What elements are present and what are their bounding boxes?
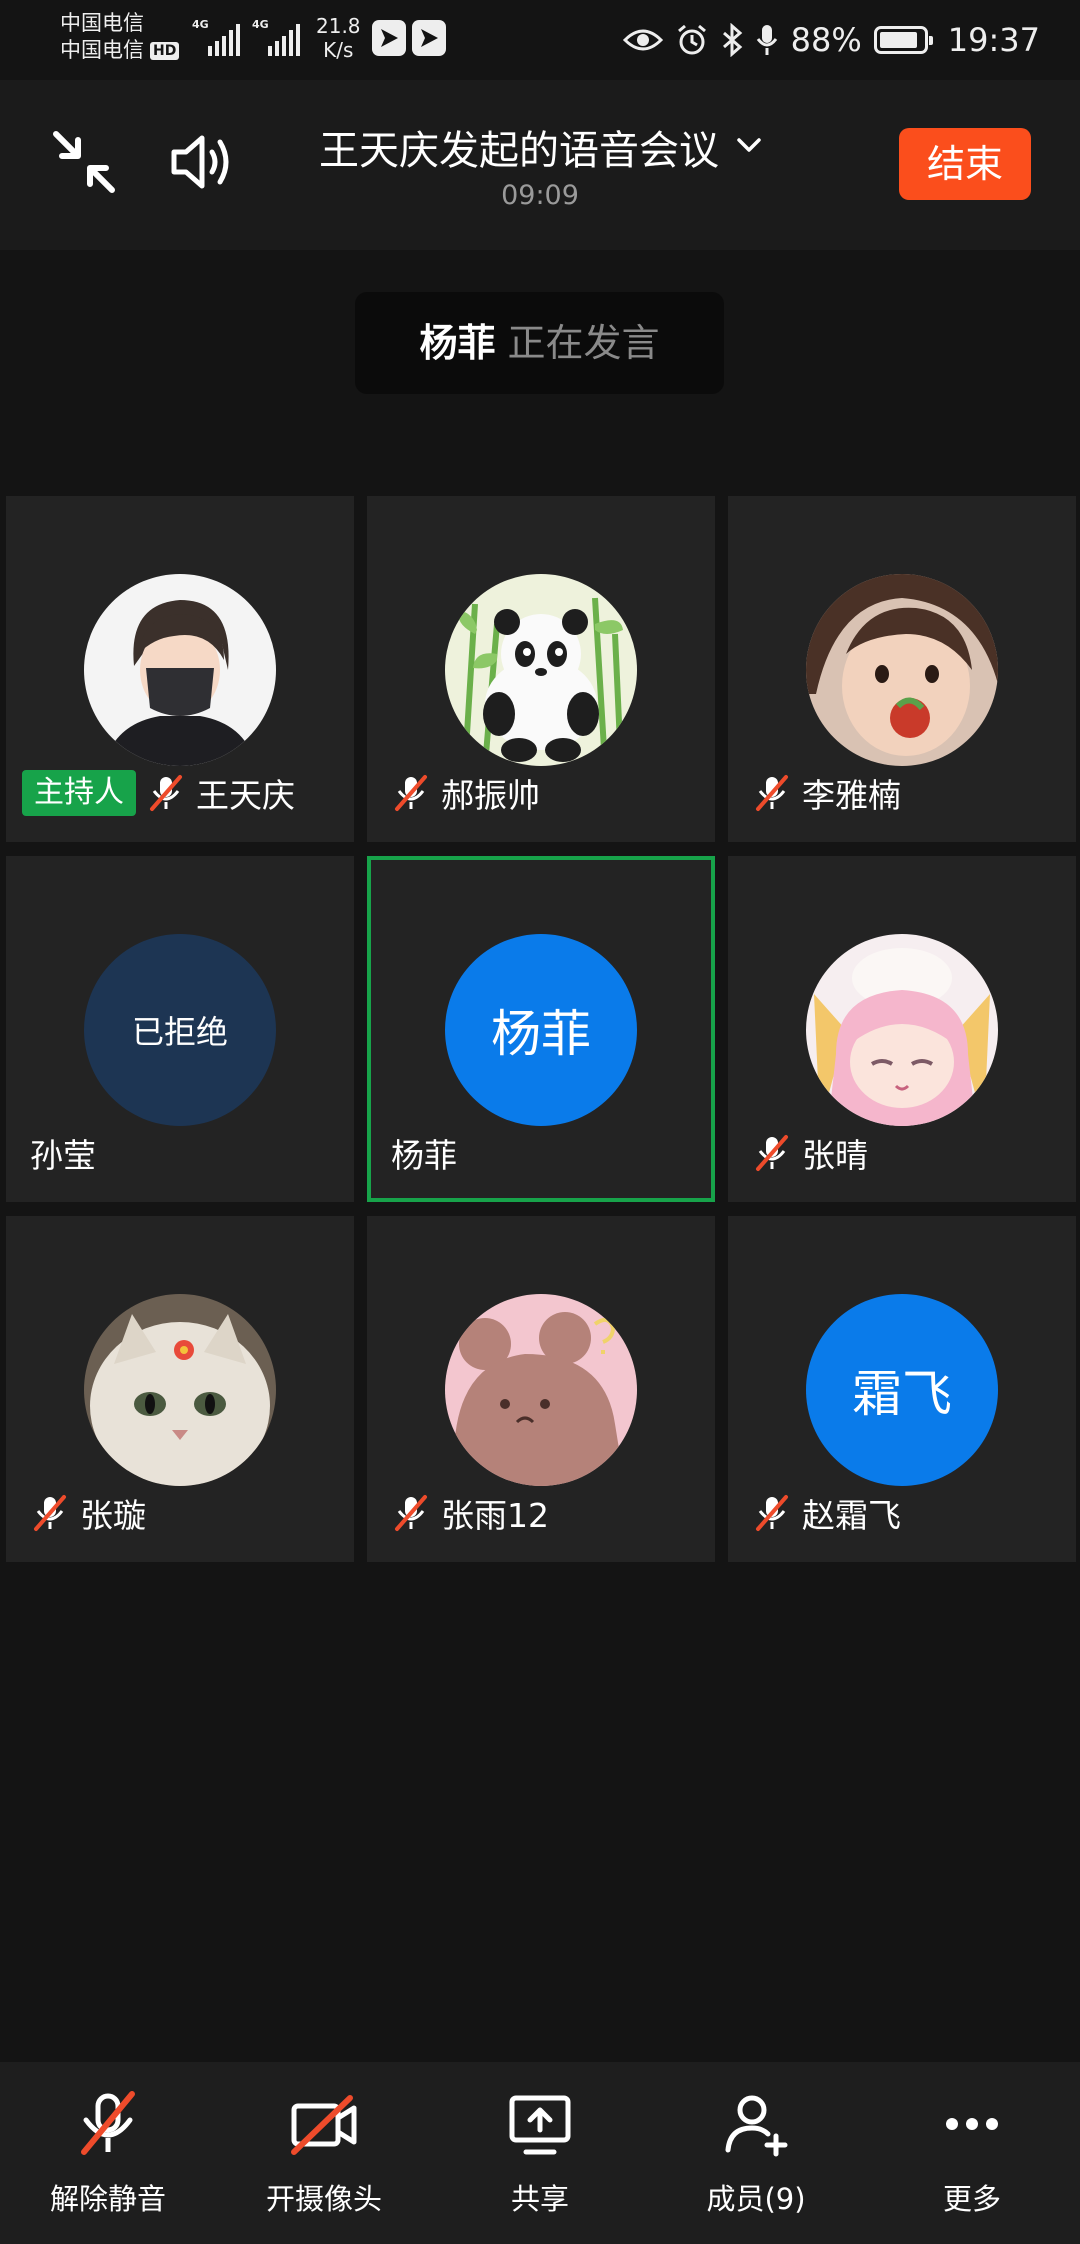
share-label: 共享 xyxy=(510,2182,569,2216)
battery-icon xyxy=(873,26,933,54)
participant-name: 张晴 xyxy=(802,1136,868,1175)
avatar-initials: 杨菲 xyxy=(445,934,637,1126)
participant-label: 张璇 xyxy=(30,1488,146,1538)
camera-label: 开摄像头 xyxy=(265,2182,382,2216)
end-meeting-button[interactable]: 结束 xyxy=(899,128,1031,200)
participant-label: 张雨12 xyxy=(391,1488,549,1538)
microphone-muted-icon xyxy=(81,2091,135,2155)
speaking-status: 正在发言 xyxy=(507,321,660,365)
status-icons: 88% 19:37 xyxy=(622,16,1040,64)
bottom-toolbar: 解除静音 开摄像头 共享 成员(9) 更多 xyxy=(0,2062,1080,2244)
participant-name: 杨菲 xyxy=(391,1136,457,1175)
participant-tile[interactable]: 张雨12 xyxy=(367,1216,715,1562)
unmute-button[interactable]: 解除静音 xyxy=(0,2062,216,2244)
unmute-label: 解除静音 xyxy=(49,2182,166,2216)
meeting-header: 王天庆发起的语音会议 09:09 结束 xyxy=(0,80,1080,250)
participant-tile[interactable]: 李雅楠 xyxy=(728,496,1076,842)
meeting-title-text: 王天庆发起的语音会议 xyxy=(319,128,719,174)
carrier-info: 中国电信 中国电信 HD xyxy=(60,10,180,64)
participant-name: 王天庆 xyxy=(196,776,295,815)
avatar xyxy=(84,574,276,766)
members-button[interactable]: 成员(9) xyxy=(648,2062,864,2244)
bluetooth-icon xyxy=(722,23,742,57)
avatar xyxy=(806,934,998,1126)
microphone-muted-icon xyxy=(756,775,788,811)
app-notification-icon-2 xyxy=(412,20,446,56)
avatar xyxy=(445,574,637,766)
more-label: 更多 xyxy=(942,2182,1001,2216)
host-badge: 主持人 xyxy=(22,770,136,816)
speaking-indicator: 杨菲 正在发言 xyxy=(355,292,724,394)
signal-icon-1: 4G xyxy=(192,18,242,56)
alarm-icon xyxy=(677,24,706,55)
members-label: 成员(9) xyxy=(706,2182,806,2216)
microphone-muted-icon xyxy=(395,775,427,811)
avatar-initials-text: 霜飞 xyxy=(852,1365,952,1423)
avatar xyxy=(84,1294,276,1486)
microphone-muted-icon xyxy=(756,1495,788,1531)
status-bar: 中国电信 中国电信 HD 4G 4G 21.8 K/s 88% 19:37 xyxy=(0,0,1080,80)
camera-button[interactable]: 开摄像头 xyxy=(216,2062,432,2244)
microphone-muted-icon xyxy=(150,775,182,811)
participant-label: 孙莹 xyxy=(30,1128,96,1178)
chevron-down-icon xyxy=(737,138,761,152)
speaker-name: 杨菲 xyxy=(419,321,496,365)
avatar-initials-text: 杨菲 xyxy=(491,1005,591,1063)
participant-label: 杨菲 xyxy=(391,1128,457,1178)
network-type-2: 4G xyxy=(252,18,269,31)
participant-label: 主持人 王天庆 xyxy=(22,768,295,818)
microphone-muted-icon xyxy=(756,1135,788,1171)
microphone-icon xyxy=(756,25,777,55)
declined-status: 已拒绝 xyxy=(131,1013,228,1051)
participant-tile[interactable]: 已拒绝 孙莹 xyxy=(6,856,354,1202)
battery-percent: 88% xyxy=(790,21,862,59)
participant-label: 郝振帅 xyxy=(391,768,540,818)
avatar xyxy=(806,574,998,766)
app-notification-icon xyxy=(372,20,406,56)
network-type-1: 4G xyxy=(192,18,209,31)
participant-name: 张璇 xyxy=(80,1496,146,1535)
share-screen-icon xyxy=(509,2095,571,2155)
more-button[interactable]: 更多 xyxy=(864,2062,1080,2244)
carrier-2: 中国电信 xyxy=(60,38,144,62)
participant-label: 张晴 xyxy=(752,1128,868,1178)
participant-label: 李雅楠 xyxy=(752,768,901,818)
carrier-1: 中国电信 xyxy=(60,11,144,35)
camera-off-icon xyxy=(291,2095,357,2155)
participant-name: 赵霜飞 xyxy=(802,1496,901,1535)
participant-name: 孙莹 xyxy=(30,1136,96,1175)
participant-tile[interactable]: 郝振帅 xyxy=(367,496,715,842)
participant-name: 李雅楠 xyxy=(802,776,901,815)
eye-icon xyxy=(622,29,663,51)
avatar-initials: 霜飞 xyxy=(806,1294,998,1486)
network-speed: 21.8 K/s xyxy=(316,14,361,62)
participant-tile[interactable]: 张晴 xyxy=(728,856,1076,1202)
avatar xyxy=(445,1294,637,1486)
share-button[interactable]: 共享 xyxy=(432,2062,648,2244)
participant-tile-active-speaker[interactable]: 杨菲 杨菲 xyxy=(367,856,715,1202)
hd-badge: HD xyxy=(150,41,180,60)
participant-tile[interactable]: 张璇 xyxy=(6,1216,354,1562)
participant-tile[interactable]: 霜飞 赵霜飞 xyxy=(728,1216,1076,1562)
avatar-declined: 已拒绝 xyxy=(84,934,276,1126)
participant-name: 张雨12 xyxy=(441,1496,549,1535)
participant-tile[interactable]: 主持人 王天庆 xyxy=(6,496,354,842)
add-member-icon xyxy=(725,2095,788,2157)
participant-name: 郝振帅 xyxy=(441,776,540,815)
clock: 19:37 xyxy=(947,21,1040,59)
microphone-muted-icon xyxy=(34,1495,66,1531)
more-icon xyxy=(946,2118,998,2130)
signal-icon-2: 4G xyxy=(252,18,302,56)
participant-label: 赵霜飞 xyxy=(752,1488,901,1538)
microphone-muted-icon xyxy=(395,1495,427,1531)
